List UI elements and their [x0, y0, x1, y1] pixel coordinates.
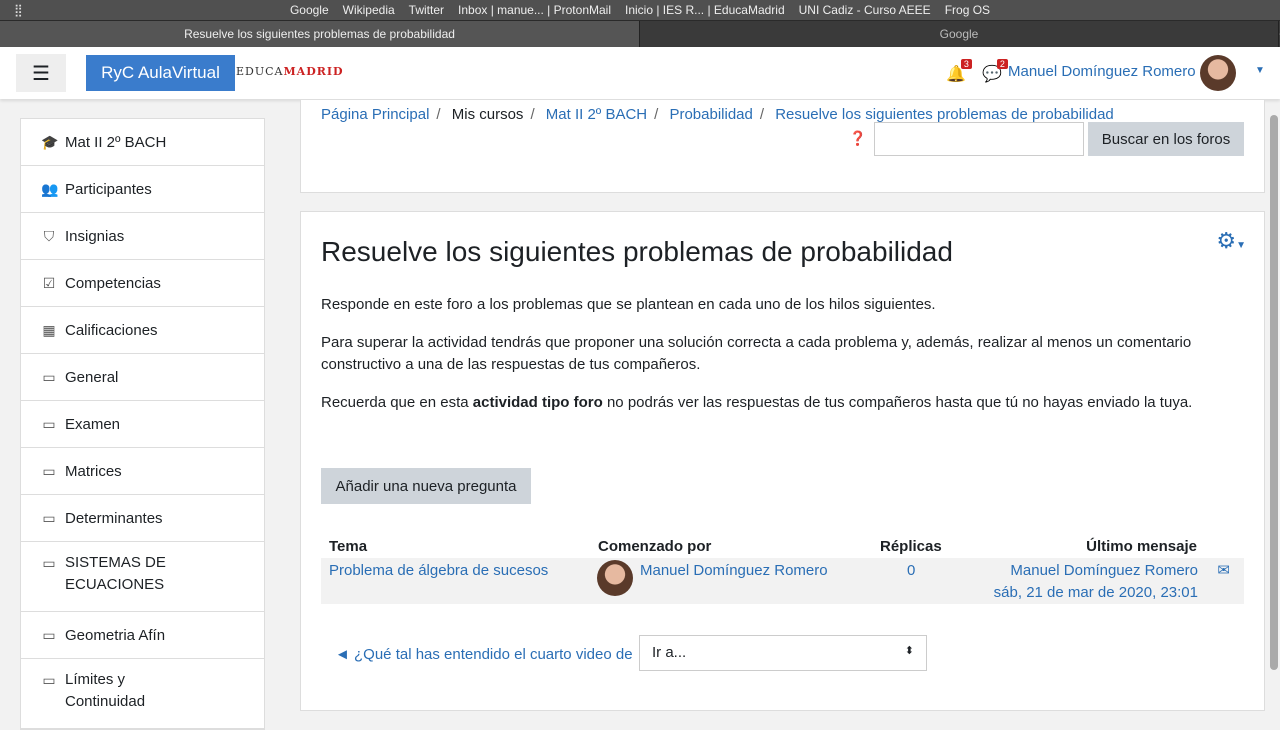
site-brand[interactable]: RyC AulaVirtual: [86, 55, 235, 91]
previous-activity-link[interactable]: ◄ ¿Qué tal has entendido el cuarto video…: [335, 646, 633, 663]
sidebar-item-label: Límites y Continuidad: [65, 671, 146, 710]
sidebar-item-label: Mat II 2º BACH: [65, 133, 167, 151]
notifications-bell-icon[interactable]: 🔔 3: [946, 59, 972, 84]
sidebar-item[interactable]: ⛉ Insignias: [21, 213, 264, 260]
help-icon[interactable]: ❓: [849, 130, 866, 147]
author-link[interactable]: Manuel Domínguez Romero: [640, 562, 828, 579]
page-title: Resuelve los siguientes problemas de pro…: [321, 236, 953, 267]
sidebar-item-icon: ▭: [42, 462, 56, 479]
sidebar-item-icon: ⛉: [43, 227, 55, 244]
sidebar-item-icon: ▭: [42, 555, 56, 571]
bookmark[interactable]: Google: [290, 3, 329, 17]
sidebar-item-icon: ▭: [42, 626, 56, 643]
avatar[interactable]: [1200, 55, 1236, 91]
search-forums-button[interactable]: Buscar en los foros: [1088, 122, 1244, 156]
gear-icon[interactable]: ⚙▼: [1216, 228, 1246, 254]
replies-count[interactable]: 0: [907, 562, 915, 579]
sidebar-item-label: SISTEMAS DE ECUACIONES: [65, 554, 166, 593]
sidebar-item-label: Insignias: [65, 227, 125, 245]
jump-to-select[interactable]: Ir a... ⬍: [639, 635, 927, 671]
sidebar-item-icon: ☑: [42, 274, 56, 291]
sidebar-item-label: Calificaciones: [65, 321, 158, 339]
bookmark[interactable]: Twitter: [409, 3, 444, 17]
sidebar-item[interactable]: ▭ Geometria Afín: [21, 612, 264, 659]
sidebar-item[interactable]: ☑ Competencias: [21, 260, 264, 307]
bookmark[interactable]: Inicio | IES R... | EducaMadrid: [625, 3, 785, 17]
sidebar-item[interactable]: ▭ General: [21, 354, 264, 401]
last-post-date[interactable]: sáb, 21 de mar de 2020, 23:01: [994, 584, 1198, 601]
sidebar-item[interactable]: ▭ SISTEMAS DE ECUACIONES: [21, 542, 264, 612]
sidebar-item[interactable]: ▭ Determinantes: [21, 495, 264, 542]
sidebar-item-label: Matrices: [65, 462, 122, 480]
sidebar-item-icon: 🎓: [41, 133, 59, 150]
user-menu[interactable]: Manuel Domínguez Romero: [1008, 63, 1196, 80]
author-avatar[interactable]: [597, 560, 633, 596]
breadcrumb-course[interactable]: Mat II 2º BACH: [546, 106, 647, 123]
tab-google[interactable]: Google: [639, 21, 1278, 47]
sidebar-item[interactable]: 👥 Participantes: [21, 166, 264, 213]
sidebar-item-icon: 👥: [41, 180, 59, 197]
chevron-down-icon[interactable]: ▼: [1255, 65, 1265, 76]
mail-icon[interactable]: ✉: [1217, 561, 1230, 579]
last-post-author[interactable]: Manuel Domínguez Romero: [1010, 562, 1198, 579]
bookmark[interactable]: Inbox | manue... | ProtonMail: [458, 3, 611, 17]
sidebar-item[interactable]: 🎓 Mat II 2º BACH: [21, 119, 264, 166]
sidebar-item-icon: ▭: [42, 672, 56, 688]
bookmark[interactable]: Frog OS: [945, 3, 990, 17]
sidebar-item-label: Examen: [65, 415, 121, 433]
sidebar-item-icon: ▭: [42, 368, 56, 385]
breadcrumb-my-courses: Mis cursos: [451, 106, 524, 123]
topic-link[interactable]: Problema de álgebra de sucesos: [329, 562, 548, 579]
add-discussion-button[interactable]: Añadir una nueva pregunta: [321, 468, 531, 504]
bookmark[interactable]: UNI Cadiz - Curso AEEE: [799, 3, 931, 17]
breadcrumb: Página Principal / Mis cursos / Mat II 2º …: [321, 106, 1114, 123]
breadcrumb-home[interactable]: Página Principal: [321, 106, 429, 123]
column-header-last-post[interactable]: Último mensaje: [1086, 538, 1197, 555]
sidebar-item-icon: ▭: [42, 509, 56, 526]
sidebar-item-icon: ▭: [42, 415, 56, 432]
tab-bar: Resuelve los siguientes problemas de pro…: [0, 20, 1280, 47]
bookmarks-bar: ⣿ Google Wikipedia Twitter Inbox | manue…: [0, 0, 1280, 20]
select-arrows-icon: ⬍: [904, 645, 914, 657]
sidebar-item[interactable]: ▭ Límites y Continuidad: [21, 659, 264, 729]
message-count: 2: [996, 59, 1008, 69]
menu-toggle-button[interactable]: ☰: [16, 54, 66, 92]
column-header-topic[interactable]: Tema: [329, 538, 367, 555]
scrollbar[interactable]: [1270, 115, 1278, 670]
intro-paragraph: Responde en este foro a los problemas qu…: [321, 296, 936, 313]
apps-grid-icon[interactable]: ⣿: [14, 3, 23, 17]
sidebar-item-label: Participantes: [65, 180, 152, 198]
notification-count: 3: [960, 59, 972, 69]
sidebar-item-label: Geometria Afín: [65, 626, 166, 644]
sidebar-item[interactable]: ▭ Examen: [21, 401, 264, 448]
header-card: Página Principal / Mis cursos / Mat II 2º …: [300, 100, 1265, 193]
sidebar-item-icon: ▦: [42, 321, 56, 338]
forum-search-input[interactable]: [874, 122, 1084, 156]
sidebar: 🎓 Mat II 2º BACH 👥 Participantes ⛉ Insignias ☑…: [20, 118, 265, 730]
breadcrumb-section[interactable]: Probabilidad: [669, 106, 752, 123]
sidebar-item-label: Determinantes: [65, 509, 163, 527]
navbar: ☰ RyC AulaVirtual EDUCAMADRID 🔔 3 💬 2 Manu…: [0, 47, 1280, 99]
sidebar-item[interactable]: ▦ Calificaciones: [21, 307, 264, 354]
forum-card: Resuelve los siguientes problemas de pro…: [300, 211, 1265, 711]
intro-paragraph: Para superar la actividad tendrás que pr…: [321, 334, 1192, 373]
sidebar-item[interactable]: ▭ Matrices: [21, 448, 264, 495]
column-header-started-by[interactable]: Comenzado por: [598, 538, 711, 555]
sidebar-item-label: General: [65, 368, 119, 386]
column-header-replies[interactable]: Réplicas: [880, 538, 942, 555]
sidebar-item-label: Competencias: [65, 274, 161, 292]
tab-active[interactable]: Resuelve los siguientes problemas de pro…: [0, 21, 639, 47]
messages-icon[interactable]: 💬 2: [982, 59, 1008, 84]
educamadrid-logo: EDUCAMADRID: [236, 65, 344, 78]
bookmark[interactable]: Wikipedia: [343, 3, 395, 17]
table-row: Problema de álgebra de sucesos Manuel Do…: [321, 558, 1244, 604]
intro-paragraph: Recuerda que en esta actividad tipo foro…: [321, 394, 1193, 411]
breadcrumb-forum[interactable]: Resuelve los siguientes problemas de pro…: [775, 106, 1114, 123]
